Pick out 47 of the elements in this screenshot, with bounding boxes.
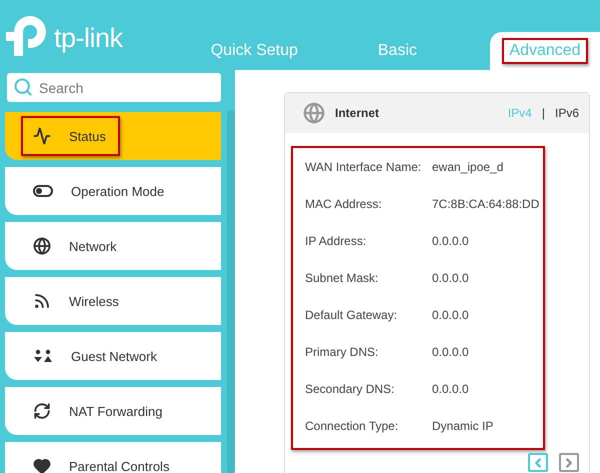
field-label: Secondary DNS: [305, 382, 396, 396]
field-value: 0.0.0.0 [432, 234, 469, 248]
field-value: 0.0.0.0 [432, 308, 469, 322]
brand-name: tp-link [54, 22, 123, 54]
field-label: Default Gateway: [305, 308, 398, 322]
separator: | [542, 106, 545, 120]
toggle-icon [33, 185, 53, 197]
card-title: Internet [335, 106, 380, 120]
field-value: 0.0.0.0 [432, 344, 469, 358]
sidebar-label: Operation Mode [71, 184, 164, 198]
sidebar-item[interactable]: NAT Forwarding [5, 387, 222, 435]
sidebar-item[interactable]: Parental Controls [5, 442, 222, 473]
sidebar-label: Guest Network [71, 348, 157, 364]
sidebar-item[interactable]: Status [5, 112, 222, 160]
field-label: MAC Address: [305, 196, 383, 210]
sidebar-item[interactable]: Wireless [5, 277, 222, 325]
sidebar-label: NAT Forwarding [69, 404, 162, 418]
people-icon [33, 349, 53, 363]
globe-icon [303, 102, 325, 124]
field-value: 7C:8B:CA:64:88:DD [432, 196, 540, 210]
field-label: Subnet Mask: [305, 270, 380, 284]
previous-button[interactable] [528, 453, 548, 472]
sidebar-label: Status [69, 128, 106, 144]
field-label: IP Address: [305, 234, 368, 248]
refresh-icon [33, 402, 51, 420]
field-value: ewan_ipoe_d [432, 160, 504, 174]
heart-icon [33, 457, 51, 473]
signal-icon [33, 292, 51, 310]
sidebar-item[interactable]: Operation Mode [5, 167, 222, 215]
version-link[interactable]: IPv6 [554, 106, 579, 120]
next-button[interactable] [559, 453, 579, 472]
pulse-icon [33, 127, 51, 145]
field-label: Connection Type: [305, 418, 400, 432]
field-value: Dynamic IP [432, 418, 494, 432]
search-icon [13, 77, 33, 97]
field-label: Primary DNS: [305, 344, 380, 358]
search-field[interactable]: Search [7, 73, 222, 102]
sidebar-item[interactable]: Network [5, 222, 222, 270]
sidebar-item[interactable]: Guest Network [5, 332, 222, 380]
sidebar-label: Parental Controls [69, 458, 170, 473]
field-value: 0.0.0.0 [432, 382, 469, 396]
sidebar-label: Network [69, 238, 117, 254]
sidebar-label: Wireless [69, 294, 119, 308]
highlight-frame: Advanced [502, 38, 588, 64]
field-value: 0.0.0.0 [432, 270, 469, 284]
globe-icon [33, 237, 51, 255]
field-label: WAN Interface Name: [305, 160, 422, 174]
